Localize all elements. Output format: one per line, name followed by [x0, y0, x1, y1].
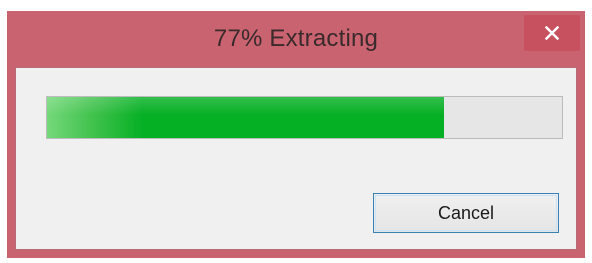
dialog-content: Cancel — [15, 67, 577, 250]
progress-fill — [47, 97, 444, 138]
progress-bar — [46, 96, 563, 139]
cancel-button-label: Cancel — [437, 203, 495, 223]
window-title: 77% Extracting — [213, 25, 379, 52]
extract-dialog: 77% Extracting Cancel — [7, 11, 585, 258]
close-icon — [545, 26, 559, 40]
cancel-button[interactable]: Cancel — [373, 193, 559, 233]
title-bar[interactable]: 77% Extracting — [7, 11, 585, 67]
close-button[interactable] — [524, 15, 580, 51]
